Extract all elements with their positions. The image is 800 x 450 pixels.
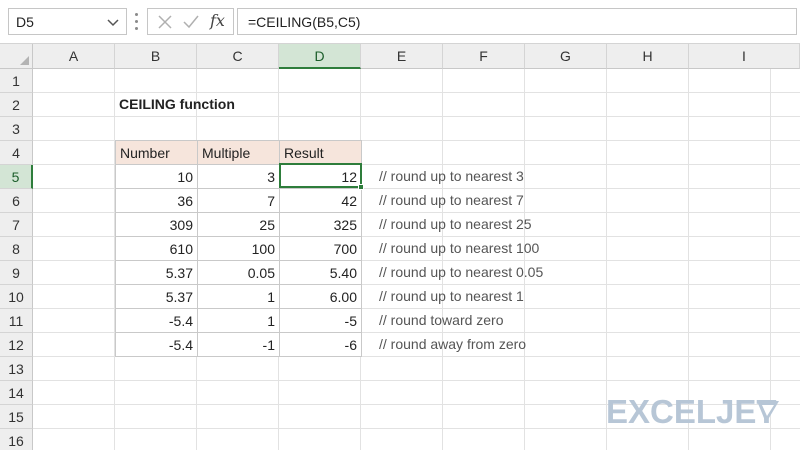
row-header-7[interactable]: 7	[0, 213, 33, 237]
comment-cell[interactable]: // round toward zero	[379, 308, 504, 332]
table-row: 5.37 1 6.00	[115, 284, 362, 309]
column-header-f[interactable]: F	[443, 44, 525, 69]
column-header-g[interactable]: G	[525, 44, 607, 69]
logo-text: EXCELJET	[606, 393, 777, 430]
cell-multiple[interactable]: 1	[197, 284, 280, 309]
drag-handle-icon[interactable]	[135, 13, 139, 30]
row-header-6[interactable]: 6	[0, 189, 33, 213]
row-header-4[interactable]: 4	[0, 141, 33, 165]
table-row: 36 7 42	[115, 188, 362, 213]
row-header-12[interactable]: 12	[0, 333, 33, 357]
row-header-15[interactable]: 15	[0, 405, 33, 429]
formula-input[interactable]: =CEILING(B5,C5)	[237, 8, 797, 35]
cancel-icon[interactable]	[156, 13, 174, 31]
comment-cell[interactable]: // round up to nearest 25	[379, 212, 532, 236]
cell-multiple[interactable]: -1	[197, 332, 280, 357]
cell-number[interactable]: 36	[115, 188, 198, 213]
select-all-icon	[20, 56, 29, 65]
comment-cell[interactable]: // round away from zero	[379, 332, 526, 356]
column-header-b[interactable]: B	[115, 44, 197, 69]
cell-result[interactable]: 325	[279, 212, 362, 237]
cell-result[interactable]: 700	[279, 236, 362, 261]
cell-number[interactable]: 10	[115, 164, 198, 189]
cell-multiple[interactable]: 1	[197, 308, 280, 333]
row-header-10[interactable]: 10	[0, 285, 33, 309]
cell-result[interactable]: 42	[279, 188, 362, 213]
cell-multiple[interactable]: 3	[197, 164, 280, 189]
cell-result[interactable]: -6	[279, 332, 362, 357]
comment-cell[interactable]: // round up to nearest 0.05	[379, 260, 543, 284]
header-multiple[interactable]: Multiple	[197, 140, 280, 165]
header-number[interactable]: Number	[115, 140, 198, 165]
comment-cell[interactable]: // round up to nearest 7	[379, 188, 524, 212]
row-header-2[interactable]: 2	[0, 93, 33, 117]
comment-cell[interactable]: // round up to nearest 1	[379, 284, 524, 308]
table-row: -5.4 -1 -6	[115, 332, 362, 357]
sheet-title[interactable]: CEILING function	[119, 92, 235, 116]
cell-number[interactable]: 5.37	[115, 284, 198, 309]
table-row: -5.4 1 -5	[115, 308, 362, 333]
table-row: 610 100 700	[115, 236, 362, 261]
cell-number[interactable]: 5.37	[115, 260, 198, 285]
cell-result[interactable]: -5	[279, 308, 362, 333]
column-header-h[interactable]: H	[607, 44, 689, 69]
cell-multiple[interactable]: 100	[197, 236, 280, 261]
active-cell-selection[interactable]	[279, 163, 364, 190]
name-box-value: D5	[16, 14, 34, 30]
column-header-d[interactable]: D	[279, 44, 361, 69]
formula-text: =CEILING(B5,C5)	[248, 14, 361, 30]
cell-result[interactable]: 6.00	[279, 284, 362, 309]
formula-bar-area: D5 fx =CEILING(B5,C5)	[0, 0, 800, 44]
column-header-e[interactable]: E	[361, 44, 443, 69]
table-header-row: Number Multiple Result	[115, 140, 362, 165]
table-row: 5.37 0.05 5.40	[115, 260, 362, 285]
cell-result[interactable]: 5.40	[279, 260, 362, 285]
cell-number[interactable]: 309	[115, 212, 198, 237]
cell-number[interactable]: 610	[115, 236, 198, 261]
row-header-9[interactable]: 9	[0, 261, 33, 285]
exceljet-logo: EXCELJET	[606, 393, 779, 431]
row-header-3[interactable]: 3	[0, 117, 33, 141]
name-box[interactable]: D5	[8, 8, 127, 35]
row-header-13[interactable]: 13	[0, 357, 33, 381]
chevron-down-icon[interactable]	[104, 12, 122, 32]
fill-handle[interactable]	[358, 184, 364, 190]
formula-buttons: fx	[147, 8, 234, 35]
cell-number[interactable]: -5.4	[115, 308, 198, 333]
cell-number[interactable]: -5.4	[115, 332, 198, 357]
column-header-c[interactable]: C	[197, 44, 279, 69]
comment-cell[interactable]: // round up to nearest 100	[379, 236, 539, 260]
insert-function-icon[interactable]: fx	[210, 11, 225, 30]
table-row: 309 25 325	[115, 212, 362, 237]
row-header-16[interactable]: 16	[0, 429, 33, 450]
enter-check-icon[interactable]	[182, 13, 200, 31]
column-header-i[interactable]: I	[689, 44, 800, 69]
header-result[interactable]: Result	[279, 140, 362, 165]
row-header-8[interactable]: 8	[0, 237, 33, 261]
logo-checkmark-icon	[757, 401, 779, 423]
cell-multiple[interactable]: 7	[197, 188, 280, 213]
cell-multiple[interactable]: 25	[197, 212, 280, 237]
column-header-a[interactable]: A	[33, 44, 115, 69]
row-header-14[interactable]: 14	[0, 381, 33, 405]
select-all-corner[interactable]	[0, 44, 33, 69]
cell-multiple[interactable]: 0.05	[197, 260, 280, 285]
comment-cell[interactable]: // round up to nearest 3	[379, 164, 524, 188]
row-header-1[interactable]: 1	[0, 69, 33, 93]
row-header-5[interactable]: 5	[0, 165, 33, 189]
row-header-11[interactable]: 11	[0, 309, 33, 333]
